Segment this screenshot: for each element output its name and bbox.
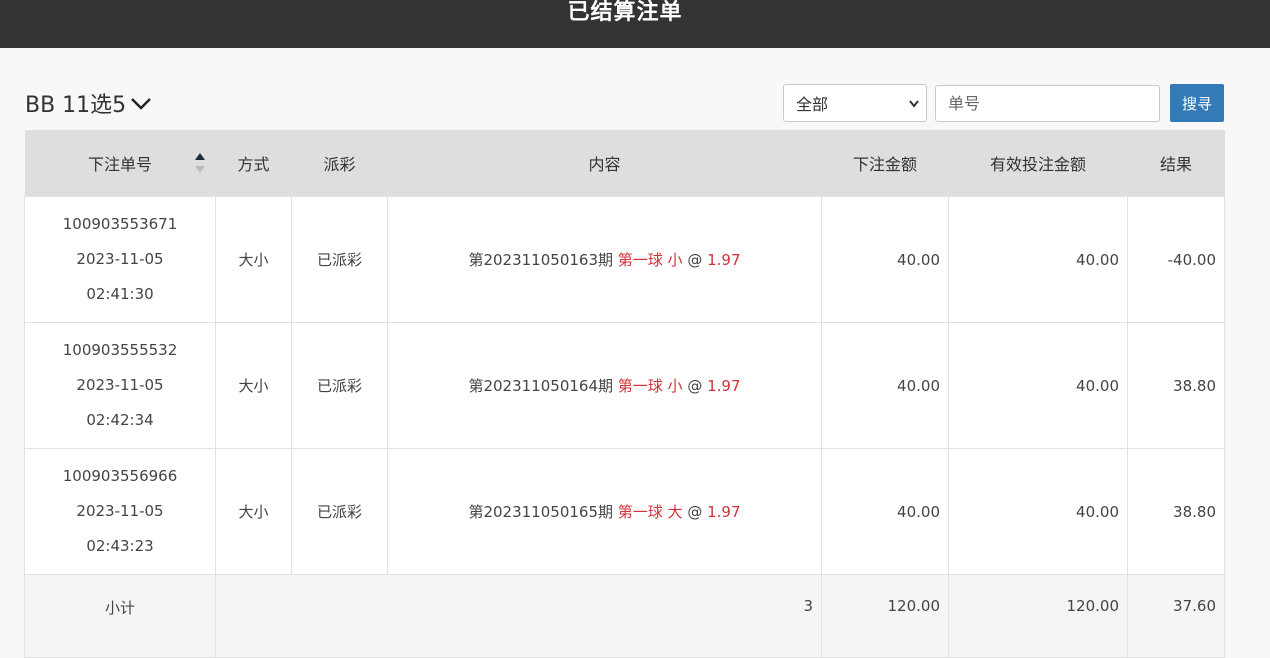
content-cell: 第202311050163期 第一球 小 @ 1.97 [387, 196, 822, 323]
column-header-method: 方式 [215, 130, 292, 197]
table-row: 100903555532 2023-11-05 02:42:34 大小 已派彩 … [24, 322, 1225, 449]
chevron-down-icon [130, 96, 152, 115]
order-time: 02:43:23 [86, 537, 154, 555]
order-time: 02:41:30 [86, 285, 154, 303]
at-symbol: @ [687, 251, 703, 269]
lottery-selector[interactable]: BB 11选5 [25, 86, 152, 120]
order-date: 2023-11-05 [76, 376, 164, 394]
bet-pick: 第一球 大 [617, 503, 683, 521]
table-row: 100903553671 2023-11-05 02:41:30 大小 已派彩 … [24, 196, 1225, 323]
filter-select[interactable]: 全部 [783, 84, 927, 122]
method-cell: 大小 [215, 322, 292, 449]
subtotal-row: 小计 3 120.00 120.00 37.60 [24, 574, 1225, 658]
bet-pick: 第一球 小 [617, 377, 683, 395]
search-button[interactable]: 搜寻 [1170, 84, 1224, 122]
draw-period: 第202311050165期 [468, 503, 613, 521]
bet-pick: 第一球 小 [617, 251, 683, 269]
top-bar: 已结算注单 [0, 0, 1270, 48]
subtotal-result: 37.60 [1127, 574, 1225, 658]
valid-amount-cell: 40.00 [948, 196, 1128, 323]
payout-cell: 已派彩 [291, 322, 388, 449]
result-cell: -40.00 [1127, 196, 1225, 323]
result-cell: 38.80 [1127, 448, 1225, 575]
column-header-bet-amount: 下注金额 [821, 130, 949, 197]
order-number: 100903555532 [62, 341, 178, 359]
column-header-payout: 派彩 [291, 130, 388, 197]
bet-amount-cell: 40.00 [821, 196, 949, 323]
column-header-order-no[interactable]: 下注单号 [24, 130, 216, 197]
result-cell: 38.80 [1127, 322, 1225, 449]
content-cell: 第202311050165期 第一球 大 @ 1.97 [387, 448, 822, 575]
order-number: 100903553671 [62, 215, 178, 233]
order-id-cell: 100903556966 2023-11-05 02:43:23 [24, 448, 216, 575]
draw-period: 第202311050164期 [468, 377, 613, 395]
subtotal-label: 小计 [24, 574, 216, 658]
subtotal-valid-amount: 120.00 [948, 574, 1128, 658]
order-number-search-input[interactable] [935, 85, 1160, 122]
subtotal-bet-amount: 120.00 [821, 574, 949, 658]
chevron-down-icon [908, 96, 920, 115]
valid-amount-cell: 40.00 [948, 448, 1128, 575]
bet-amount-cell: 40.00 [821, 448, 949, 575]
odds: 1.97 [707, 377, 741, 395]
sort-icon[interactable] [194, 153, 206, 179]
order-id-cell: 100903555532 2023-11-05 02:42:34 [24, 322, 216, 449]
order-number: 100903556966 [62, 467, 178, 485]
column-header-content: 内容 [387, 130, 822, 197]
settled-orders-table: 下注单号 方式 派彩 内容 下注金额 有效投注金额 结果 10090355367… [24, 130, 1225, 658]
method-cell: 大小 [215, 196, 292, 323]
order-id-cell: 100903553671 2023-11-05 02:41:30 [24, 196, 216, 323]
content-cell: 第202311050164期 第一球 小 @ 1.97 [387, 322, 822, 449]
order-time: 02:42:34 [86, 411, 154, 429]
column-header-valid-amount: 有效投注金额 [948, 130, 1128, 197]
payout-cell: 已派彩 [291, 196, 388, 323]
valid-amount-cell: 40.00 [948, 322, 1128, 449]
lottery-name: BB 11选5 [25, 93, 127, 118]
odds: 1.97 [707, 251, 741, 269]
filter-select-value: 全部 [796, 95, 829, 114]
table-header-row: 下注单号 方式 派彩 内容 下注金额 有效投注金额 结果 [24, 130, 1225, 197]
page-title: 已结算注单 [567, 0, 683, 25]
at-symbol: @ [687, 503, 703, 521]
draw-period: 第202311050163期 [468, 251, 613, 269]
table-row: 100903556966 2023-11-05 02:43:23 大小 已派彩 … [24, 448, 1225, 575]
order-date: 2023-11-05 [76, 250, 164, 268]
bet-amount-cell: 40.00 [821, 322, 949, 449]
payout-cell: 已派彩 [291, 448, 388, 575]
at-symbol: @ [687, 377, 703, 395]
column-header-result: 结果 [1127, 130, 1225, 197]
method-cell: 大小 [215, 448, 292, 575]
order-date: 2023-11-05 [76, 502, 164, 520]
subtotal-count: 3 [215, 574, 822, 658]
odds: 1.97 [707, 503, 741, 521]
